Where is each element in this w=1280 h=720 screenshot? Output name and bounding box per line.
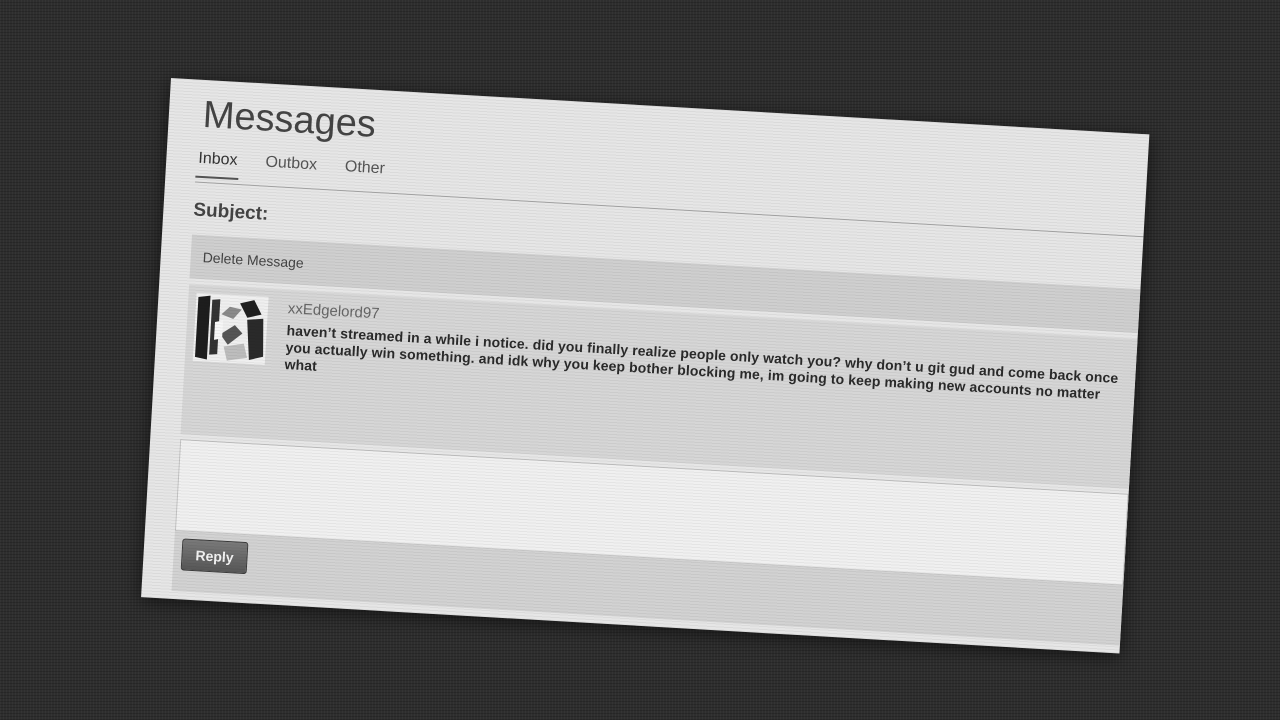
tab-inbox[interactable]: Inbox (195, 147, 241, 181)
subject-label: Subject: (192, 199, 269, 225)
sender-name[interactable]: xxEdgelord97 (287, 300, 380, 322)
tab-outbox[interactable]: Outbox (262, 151, 319, 184)
avatar (192, 292, 269, 365)
avatar-image (192, 292, 269, 365)
reply-button[interactable]: Reply (180, 538, 249, 575)
delete-message-button[interactable]: Delete Message (202, 249, 304, 271)
tab-other[interactable]: Other (342, 156, 388, 188)
message-body: haven’t streamed in a while i notice. di… (284, 322, 1119, 402)
message-tabs: Inbox Outbox Other (195, 147, 1146, 238)
messages-panel: Messages Inbox Outbox Other Subject: Del… (141, 78, 1150, 654)
page-title: Messages (201, 93, 378, 146)
